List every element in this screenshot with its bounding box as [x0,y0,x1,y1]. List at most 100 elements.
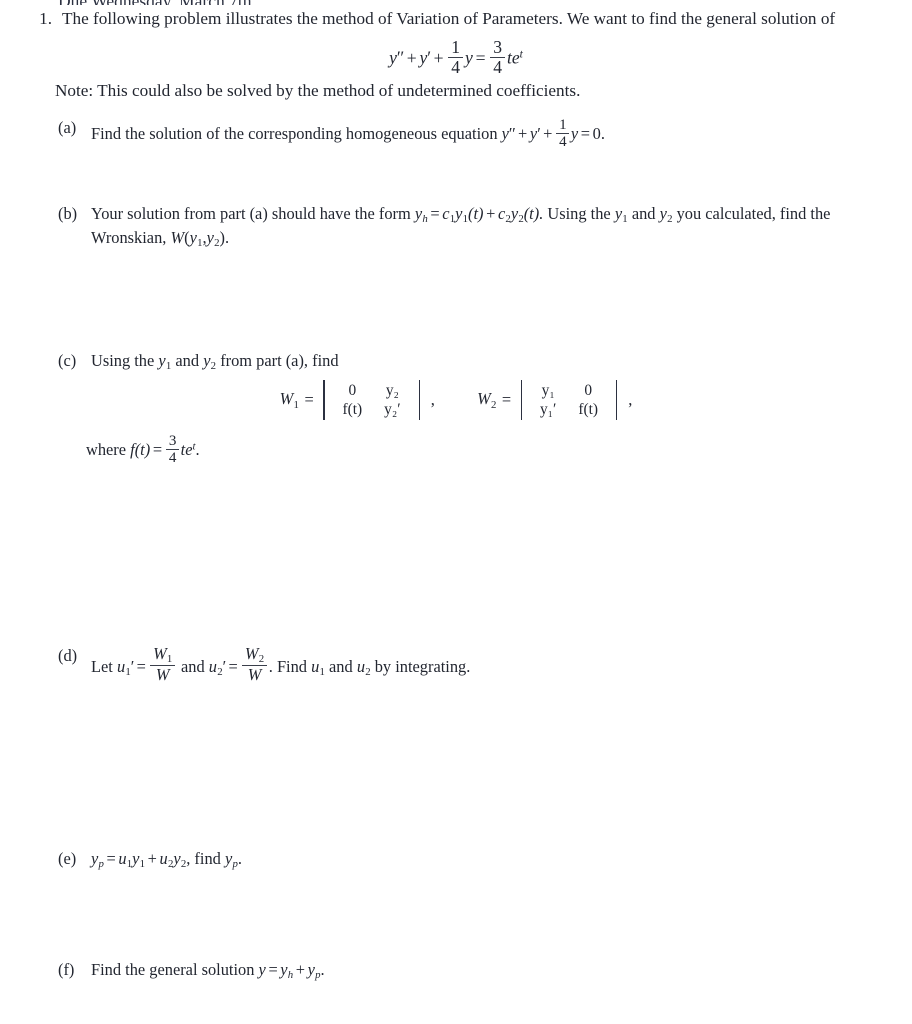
part-d-fraction-1: W1 W [150,644,176,685]
where-of-t: (t) [134,439,151,459]
due-date-header: Due Wednesday, March 7th [58,0,251,5]
part-b-wronskian: W(y1,y2). [170,227,230,249]
part-a-equals: = [580,123,591,143]
part-c: (c) Using the y1 and y2 from part (a), f… [58,350,878,374]
W2-row-2: y₁′ f(t) [529,400,609,419]
part-d-and-2: and [329,656,353,676]
problem-note: Note: This could also be solved by the m… [55,81,581,100]
part-b-and: and [631,204,656,223]
part-d-frac1-num-sub: 1 [166,653,173,666]
part-b-yh-sub: h [422,213,428,226]
part-c-prompt-before: Using the [91,351,155,370]
eq-rhs-e: e [511,47,520,68]
eq-coefficient-numerator: 1 [451,37,461,57]
part-f-yp: y [307,960,315,979]
part-b-var-y2-sub: 2 [667,213,673,226]
part-d-frac2-den: W [241,665,268,685]
part-a: (a) Find the solution of the correspondi… [58,117,878,150]
part-b-W: W [170,227,185,247]
W2-row-1: y₁ 0 [529,381,609,400]
part-f-yh: y [280,960,288,979]
problem-1-statement-row: 1. The following problem illustrates the… [0,8,912,31]
W1-cell-1-0: f(t) [342,401,363,418]
part-d-marker: (d) [58,646,78,665]
part-c-prompt-after: from part (a), find [220,351,339,370]
part-d-and: and [181,656,205,676]
eq-coefficient-denominator: 4 [448,56,464,77]
where-f-of-t-line: where f(t) = 3 4 tet. [86,433,200,466]
W1-matrix: 0 y₂ f(t) y₂′ [332,381,412,420]
part-b-line1-before: Your solution from part (a) should have … [91,204,411,223]
part-c-marker: (c) [58,351,77,370]
part-b-var-y1-sub: 1 [622,213,628,226]
part-d-find: Find [276,656,307,676]
part-e-comma-find: , find [186,849,221,868]
part-f-plus: + [295,960,306,979]
part-c-y1-sub: 1 [165,360,172,373]
part-a-zero: 0. [592,123,605,143]
part-f-text: Find the general solution y = yh + yp. [83,959,878,983]
part-b-line1-mid: Using the [547,204,611,223]
determinant-W1: W1 = 0 y₂ f(t) y₂′ , [280,380,435,420]
eq-coefficient-fraction: 14 [448,37,464,77]
W1-label: W1 [280,389,302,410]
part-f: (f) Find the general solution y = yh + yp. [58,959,878,983]
W2-label: W2 [477,389,499,410]
part-b-marker: (b) [58,204,78,223]
part-b-equals: = [430,204,440,223]
part-e-marker: (e) [58,849,77,868]
W1-equals: = [304,390,314,409]
part-d-frac2-den-W: W [247,665,262,685]
part-d-frac2-num-sub: 2 [258,653,265,666]
part-e-equals: = [106,849,116,868]
due-date-text: Due Wednesday, March 7th [58,0,251,5]
eq-equals: = [475,47,486,68]
part-e: (e) yp = u1y1 + u2y2, find yp. [58,848,878,872]
W2-label-W: W [477,389,491,409]
W1-cell-0-1: y₂ [385,381,399,399]
part-d: (d) Let u1′ = W1 W and u2′ = W2 W. Find u1 and… [58,645,878,684]
determinant-W2: W2 = y₁ 0 y₁′ f(t) , [477,380,632,420]
W1-label-sub: 1 [293,398,299,411]
part-a-fraction: 14 [556,117,570,150]
part-a-y: y [501,123,509,143]
W2-cell-1-0: y₁′ [539,401,557,418]
part-d-equals-1: = [136,656,146,676]
part-d-var-u2-sub: 2 [365,665,371,678]
part-e-u2: u [159,849,168,868]
part-d-tail: by integrating. [374,656,471,676]
part-d-frac1-num-W: W [153,644,167,663]
part-b: (b) Your solution from part (a) should h… [58,203,896,250]
W1-cell-0-0: 0 [348,381,357,399]
part-a-marker: (a) [58,118,77,137]
part-d-let: Let [91,656,113,676]
problem-1: 1. The following problem illustrates the… [0,8,912,31]
eq-plus-1: + [406,47,417,68]
part-b-paren-close: ). [219,227,230,247]
part-f-y: y [258,960,266,979]
part-e-text: yp = u1y1 + u2y2, find yp. [83,848,878,872]
W2-cell-0-0: y₁ [541,381,555,399]
part-b-t2: (t). [523,204,544,223]
eq-rhs-exponent: t [519,47,523,61]
part-c-y2-sub: 2 [210,360,217,373]
part-d-frac1-den-W: W [155,665,170,685]
part-f-prompt: Find the general solution [91,960,255,979]
problem-1-statement: The following problem illustrates the me… [62,9,836,28]
part-a-prompt: Find the solution of the corresponding h… [91,123,498,143]
part-d-u1: u [116,656,126,676]
part-d-u2: u [208,656,217,676]
W2-cell-1-1: f(t) [578,401,599,418]
part-a-frac-den: 4 [556,132,570,150]
part-a-frac-num: 1 [559,117,567,133]
W1-cell-1-1: y₂′ [384,401,401,418]
part-b-text: Your solution from part (a) should have … [83,203,896,250]
W2-label-sub: 2 [490,398,497,411]
W2-matrix: y₁ 0 y₁′ f(t) [529,381,609,420]
part-d-frac1-den: W [150,665,176,685]
where-period: . [195,439,200,459]
part-e-period: . [237,849,242,868]
W2-trailing-comma: , [628,390,633,409]
part-b-var-y1: y [614,204,623,223]
where-frac-den: 4 [166,448,180,466]
